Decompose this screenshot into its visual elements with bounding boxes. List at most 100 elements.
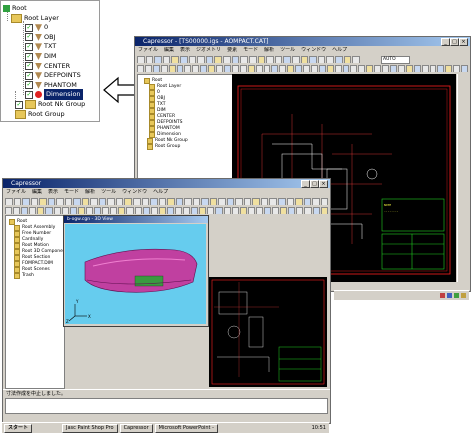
toolbar-button[interactable] [209, 198, 218, 205]
taskbar-btn-powerpoint[interactable]: Microsoft PowerPoint - [154, 423, 218, 433]
toolbar-button[interactable] [335, 56, 343, 63]
toolbar-button[interactable] [326, 56, 335, 63]
toolbar-button[interactable] [317, 56, 326, 63]
toolbar-button[interactable] [176, 65, 184, 72]
toolbar-button[interactable] [279, 65, 287, 72]
toolbar-button[interactable] [197, 56, 205, 63]
toolbar-button[interactable] [174, 207, 183, 214]
toolbar-button[interactable] [30, 198, 39, 205]
menu-item[interactable]: 解析 [85, 189, 95, 195]
tree-item[interactable]: Trash [9, 273, 68, 279]
toolbar-button[interactable] [312, 207, 320, 214]
toolbar-button[interactable] [231, 65, 239, 72]
toolbar-button[interactable] [183, 207, 191, 214]
toolbar-button[interactable] [358, 65, 366, 72]
toolbar-button[interactable] [255, 65, 263, 72]
menu-item[interactable]: ヘルプ [153, 189, 168, 195]
toolbar-button[interactable] [437, 65, 445, 72]
toolbar-button[interactable] [192, 65, 200, 72]
toolbar-button[interactable] [184, 65, 192, 72]
zoom-select[interactable]: AUTO [381, 56, 410, 64]
toolbar-button[interactable] [188, 56, 197, 63]
toolbar-button[interactable] [142, 207, 150, 214]
toolbar-button[interactable] [13, 198, 22, 205]
toolbar-button[interactable] [286, 198, 295, 205]
toolbar-button[interactable] [39, 198, 47, 205]
toolbar-button[interactable] [413, 65, 421, 72]
toolbar-button[interactable] [94, 207, 102, 214]
maximize-button[interactable]: □ [450, 38, 459, 46]
toolbar-button[interactable] [192, 198, 201, 205]
toolbar-button[interactable] [37, 207, 45, 214]
toolbar-button[interactable] [231, 56, 240, 63]
toolbar-button[interactable] [167, 198, 175, 205]
toolbar-button[interactable] [107, 198, 115, 205]
toolbar-button[interactable] [303, 198, 312, 205]
toolbar-button[interactable] [214, 56, 223, 63]
toolbar-button[interactable] [145, 56, 154, 63]
menu-item[interactable]: ファイル [6, 189, 26, 195]
toolbar-button[interactable] [61, 207, 69, 214]
toolbar-button[interactable] [326, 65, 334, 72]
toolbar-button[interactable] [255, 207, 263, 214]
toolbar-button[interactable] [141, 198, 150, 205]
toolbar-button[interactable] [152, 65, 160, 72]
menu-item[interactable]: 表示 [180, 47, 190, 53]
toolbar-button[interactable] [115, 198, 124, 205]
menu-item[interactable]: ツール [101, 189, 116, 195]
toolbar-button[interactable] [166, 207, 174, 214]
toolbar-button[interactable] [118, 207, 126, 214]
toolbar-button[interactable] [287, 65, 295, 72]
toolbar-button[interactable] [374, 65, 382, 72]
toolbar-button[interactable] [29, 207, 37, 214]
toolbar-button[interactable] [73, 198, 81, 205]
toolbar-button[interactable] [98, 198, 107, 205]
toolbar-button[interactable] [184, 198, 192, 205]
toolbar-button[interactable] [309, 56, 317, 63]
menu-item[interactable]: モード [64, 189, 79, 195]
toolbar-button[interactable] [160, 65, 168, 72]
toolbar-button[interactable] [300, 56, 309, 63]
checkbox[interactable]: ✓ [25, 42, 33, 51]
toolbar-button[interactable] [235, 198, 243, 205]
menu-item[interactable]: ツール [280, 47, 295, 53]
toolbar-button[interactable] [171, 56, 180, 63]
toolbar-button[interactable] [21, 207, 29, 214]
toolbar-button[interactable] [304, 207, 312, 214]
toolbar-button[interactable] [382, 65, 389, 72]
taskbar-btn-capressor[interactable]: Capressor [119, 423, 153, 433]
toolbar-button[interactable] [226, 198, 235, 205]
toolbar-button[interactable] [310, 65, 318, 72]
toolbar-button[interactable] [5, 198, 13, 205]
menu-item[interactable]: ウィンドウ [122, 189, 147, 195]
toolbar-button[interactable] [421, 65, 429, 72]
toolbar-button[interactable] [429, 65, 437, 72]
toolbar-button[interactable] [223, 56, 231, 63]
toolbar-button[interactable] [342, 65, 350, 72]
toolbar-button[interactable] [271, 65, 279, 72]
toolbar-button[interactable] [334, 65, 342, 72]
toolbar-button[interactable] [175, 198, 184, 205]
toolbar-button[interactable] [352, 56, 360, 63]
toolbar-button[interactable] [5, 207, 13, 214]
toolbar-button[interactable] [390, 65, 397, 72]
menu-item[interactable]: 編集 [164, 47, 174, 53]
toolbar-button[interactable] [243, 198, 252, 205]
toolbar-button[interactable] [201, 198, 209, 205]
checkbox[interactable]: ✓ [15, 100, 23, 109]
toolbar-button[interactable] [231, 207, 239, 214]
toolbar-button[interactable] [47, 198, 56, 205]
minimize-button[interactable]: _ [301, 180, 310, 188]
toolbar-button[interactable] [283, 56, 291, 63]
checkbox[interactable]: ✓ [25, 33, 33, 42]
toolbar-button[interactable] [144, 65, 152, 72]
toolbar-button[interactable] [162, 56, 171, 63]
toolbar-button[interactable] [252, 198, 260, 205]
toolbar-button[interactable] [260, 198, 269, 205]
toolbar-button[interactable] [247, 65, 255, 72]
toolbar-button[interactable] [366, 65, 374, 72]
minimize-button[interactable]: _ [441, 38, 450, 46]
checkbox[interactable]: ✓ [25, 71, 33, 80]
toolbar-button[interactable] [453, 65, 461, 72]
toolbar-button[interactable] [295, 65, 303, 72]
